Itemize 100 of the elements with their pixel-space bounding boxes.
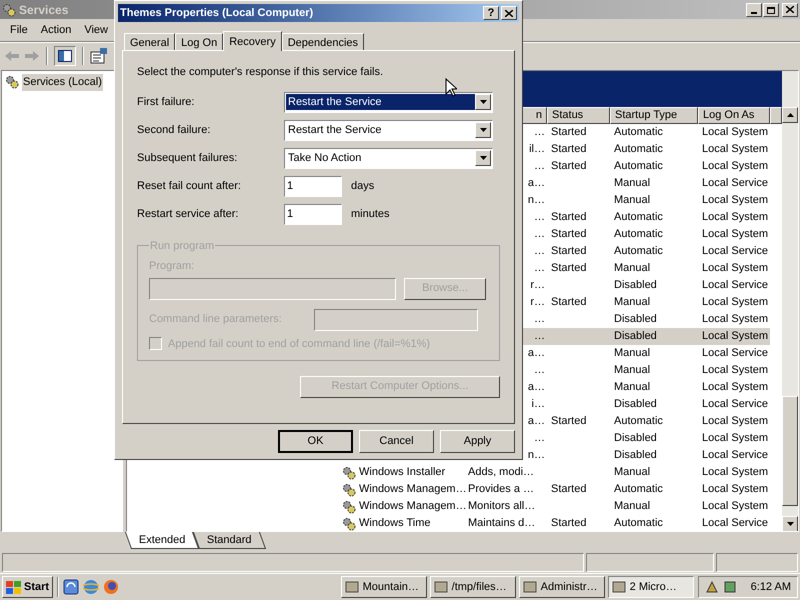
table-cell-text: Provides a … <box>468 482 534 498</box>
table-cell: Started <box>551 262 586 274</box>
table-cell-text: … <box>534 431 545 446</box>
table-cell: Automatic <box>614 483 663 496</box>
table-cell-text: Windows Managem… <box>359 499 467 514</box>
table-cell-text: a… <box>528 414 545 430</box>
dialog-button[interactable]: Cancel <box>359 430 434 453</box>
dialog-button[interactable]: OK <box>278 430 353 453</box>
dialog-tab[interactable]: Dependencies <box>282 33 364 50</box>
table-cell: Automatic <box>614 126 663 138</box>
table-cell: Started <box>551 483 586 496</box>
menu-item[interactable]: Action <box>34 22 78 38</box>
clock: 6:12 AM <box>750 580 791 595</box>
number-field[interactable]: 1 <box>284 176 342 196</box>
table-cell: Local Service <box>702 177 768 190</box>
services-icon <box>2 2 16 16</box>
scroll-up-icon[interactable] <box>786 113 794 117</box>
menu-item[interactable]: File <box>4 22 34 38</box>
table-cell-text: Adds, modi… <box>468 465 534 480</box>
service-row[interactable]: Windows Time Maintains d… Started Automatic Local Service <box>340 515 770 531</box>
table-cell: Local System <box>702 262 768 274</box>
table-cell-text: a… <box>528 380 545 396</box>
table-cell: Local System <box>702 364 768 376</box>
service-row[interactable]: Windows Managem…Provides a … Started Automatic Local System <box>340 481 770 498</box>
dropdown-field[interactable]: Restart the Service <box>284 92 493 112</box>
dialog-button[interactable]: Apply <box>440 430 515 453</box>
column-header[interactable]: Log On As <box>698 107 770 124</box>
show-tree-icon[interactable] <box>54 46 76 66</box>
gear-icon <box>342 500 356 514</box>
scroll-down-icon[interactable] <box>786 522 794 526</box>
table-cell: Disabled <box>614 449 657 462</box>
field-label: Restart service after: <box>137 206 240 222</box>
table-cell-text: … <box>534 261 545 276</box>
table-cell: Started <box>551 245 586 258</box>
scrollbar[interactable] <box>782 71 798 531</box>
table-cell-text: … <box>534 363 545 378</box>
dialog-tab[interactable]: Log On <box>175 33 224 50</box>
field-label: First failure: <box>137 94 196 110</box>
table-cell: Local System <box>702 432 768 444</box>
table-cell-text: Maintains d… <box>468 516 536 531</box>
table-cell-text: Windows Installer <box>359 465 446 480</box>
table-cell: Manual <box>614 364 650 376</box>
table-cell: Started <box>551 143 586 156</box>
scroll-thumb[interactable] <box>782 396 798 506</box>
table-cell: Manual <box>614 194 650 206</box>
table-cell: Local System <box>702 466 768 478</box>
dialog-tab[interactable]: General <box>124 33 176 50</box>
view-tab[interactable]: Standard <box>193 532 266 549</box>
close-icon[interactable] <box>501 6 517 20</box>
tree-item[interactable]: Services (Local) <box>22 74 103 90</box>
window-icon <box>522 580 537 594</box>
tray-icon[interactable] <box>704 580 719 594</box>
number-field[interactable]: 1 <box>284 204 342 224</box>
table-cell: Started <box>551 126 586 138</box>
table-cell: Manual <box>614 500 650 512</box>
table-cell: Local Service <box>702 449 768 462</box>
dropdown-field[interactable]: Take No Action <box>284 148 493 168</box>
table-cell: Automatic <box>614 228 663 240</box>
maximize-icon[interactable] <box>763 2 779 16</box>
table-cell: Started <box>551 517 586 530</box>
window-icon <box>434 580 448 594</box>
service-row[interactable]: Windows Managem…Monitors all… Manual Local System <box>340 498 770 515</box>
taskbar-button[interactable]: /tmp/files… <box>430 576 516 598</box>
properties-icon[interactable] <box>90 48 108 64</box>
taskbar-button[interactable]: 2 Micro… <box>608 576 694 598</box>
table-cell: Automatic <box>614 143 663 156</box>
table-cell: Local System <box>702 211 768 224</box>
view-tab[interactable]: Extended <box>124 532 200 549</box>
table-cell: Disabled <box>614 279 657 292</box>
table-cell-text: … <box>534 227 545 242</box>
minimize-icon[interactable] <box>746 2 762 16</box>
windows-flag-icon <box>6 580 21 594</box>
table-cell-text: n… <box>528 193 545 208</box>
table-cell: Local System <box>702 330 768 342</box>
table-cell-text: a… <box>528 346 545 362</box>
dropdown-field[interactable]: Restart the Service <box>284 120 493 140</box>
table-cell: Started <box>551 296 586 308</box>
tray-icon[interactable] <box>722 580 737 594</box>
gear-icon <box>342 482 356 496</box>
taskbar-button[interactable]: Mountain… <box>340 576 427 598</box>
menu-item[interactable]: View <box>78 22 114 38</box>
table-cell: Automatic <box>614 245 663 258</box>
browser-icon[interactable] <box>103 579 120 595</box>
taskbar-button[interactable]: Administr… <box>518 576 605 598</box>
table-cell: Local System <box>702 381 768 394</box>
table-cell: Automatic <box>614 211 663 224</box>
column-header[interactable]: Startup Type <box>610 107 698 124</box>
table-cell: Manual <box>614 177 650 190</box>
start-button[interactable]: Start <box>2 576 54 598</box>
unit-label: minutes <box>351 206 390 222</box>
table-cell-text: … <box>534 159 545 174</box>
column-header[interactable]: Status <box>547 107 610 124</box>
table-cell-text: r… <box>530 295 545 310</box>
window-icon <box>612 580 626 594</box>
service-row[interactable]: Windows Installer Adds, modi… Manual Local System <box>340 464 770 481</box>
unit-label: days <box>351 178 374 194</box>
table-cell: Manual <box>614 466 650 478</box>
dialog-tab[interactable]: Recovery <box>223 31 282 51</box>
help-button[interactable]: ? <box>483 6 499 20</box>
close-icon[interactable] <box>782 2 798 16</box>
